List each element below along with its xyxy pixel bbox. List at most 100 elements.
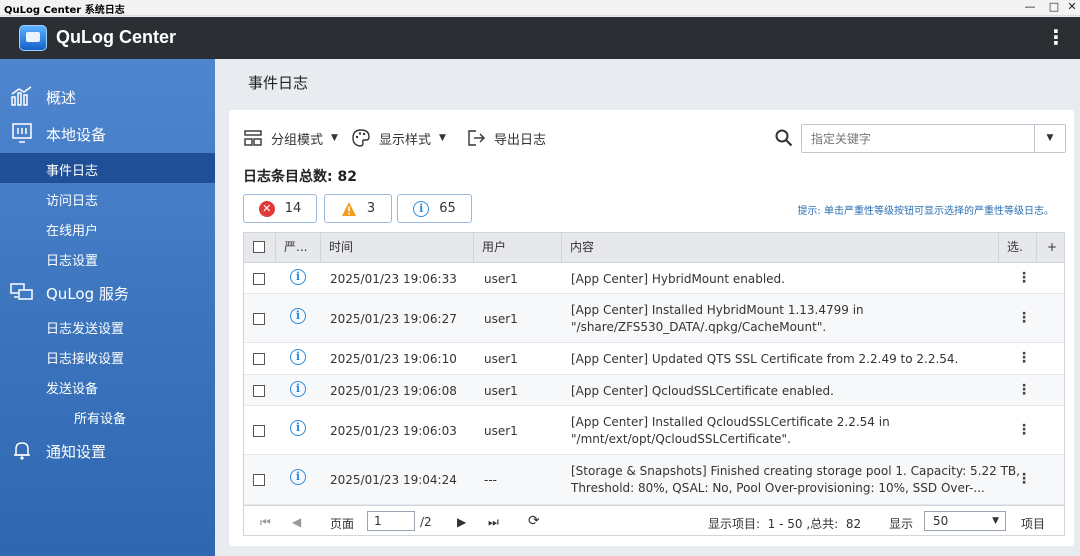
sidebar-item-send-devices[interactable]: 发送设备 [0, 371, 215, 401]
row-time: 2025/01/23 19:06:03 [330, 424, 457, 438]
row-menu-icon[interactable]: ⋮ [1017, 270, 1031, 286]
row-time: 2025/01/23 19:06:10 [330, 352, 457, 366]
refresh-icon[interactable]: ⟳ [528, 513, 540, 529]
export-log-label: 导出日志 [494, 132, 547, 148]
row-time: 2025/01/23 19:06:27 [330, 312, 457, 326]
row-user: user1 [484, 312, 518, 326]
sidebar-item-event-log[interactable]: 事件日志 [0, 153, 215, 183]
table-row[interactable]: i 2025/01/23 19:06:08 user1 [App Center]… [244, 375, 1064, 406]
row-menu-icon[interactable]: ⋮ [1017, 310, 1031, 326]
table-row[interactable]: i 2025/01/23 19:06:33 user1 [App Center]… [244, 263, 1064, 294]
last-page-icon[interactable]: ⏭ [488, 515, 499, 530]
row-user: user1 [484, 272, 518, 286]
export-log-button[interactable]: 导出日志 [466, 128, 546, 148]
app-name: QuLog Center [56, 27, 176, 47]
sidebar-item-notification-settings[interactable]: 通知设置 [0, 436, 215, 466]
row-user: user1 [484, 424, 518, 438]
header-content[interactable]: 内容 [562, 233, 999, 262]
search-dropdown-icon[interactable]: ▼ [1034, 125, 1065, 152]
row-user: user1 [484, 384, 518, 398]
table-row[interactable]: i 2025/01/23 19:06:27 user1 [App Center]… [244, 294, 1064, 343]
row-content-line1: [App Center] Installed HybridMount 1.13.… [571, 303, 864, 317]
caret-down-icon: ▼ [331, 133, 338, 143]
sidebar-item-qulog-service[interactable]: QuLog 服务 [0, 278, 215, 308]
severity-info-count: 65 [439, 201, 456, 216]
info-icon: i [290, 308, 306, 324]
header-options[interactable]: 选. [999, 233, 1037, 262]
sidebar-label-qulog-service: QuLog 服务 [46, 285, 129, 303]
first-page-icon[interactable]: ⏮ [260, 515, 271, 530]
header-user[interactable]: 用户 [474, 233, 562, 262]
row-menu-icon[interactable]: ⋮ [1017, 471, 1031, 487]
more-menu-icon[interactable]: ⋮ [1046, 27, 1066, 47]
sidebar-item-log-settings[interactable]: 日志设置 [0, 243, 215, 273]
app-header: QuLog Center ⋮ [0, 17, 1080, 59]
row-checkbox[interactable] [253, 273, 265, 285]
device-icon [12, 123, 32, 143]
sidebar-item-access-log[interactable]: 访问日志 [0, 183, 215, 213]
table-row[interactable]: i 2025/01/23 19:06:03 user1 [App Center]… [244, 406, 1064, 455]
caret-down-icon: ▼ [992, 516, 999, 526]
next-page-icon[interactable]: ▶ [457, 515, 466, 529]
table-header: 严... 时间 用户 内容 选. + [244, 233, 1064, 263]
sidebar-item-all-devices[interactable]: 所有设备 [0, 401, 215, 431]
add-column-button[interactable]: + [1037, 233, 1064, 262]
sidebar-item-log-receive-settings[interactable]: 日志接收设置 [0, 341, 215, 371]
maximize-icon[interactable]: □ [1046, 0, 1062, 14]
sidebar-label-overview: 概述 [46, 89, 77, 107]
severity-warning-button[interactable]: 3 [324, 194, 392, 223]
sidebar-item-log-send-settings[interactable]: 日志发送设置 [0, 311, 215, 341]
info-icon: i [290, 469, 306, 485]
row-content-line2: Threshold: 80%, QSAL: No, Pool Over-prov… [571, 481, 985, 495]
row-content: [App Center] HybridMount enabled. [571, 272, 785, 286]
log-total-count: 日志条目总数: 82 [243, 169, 357, 185]
header-select-all [244, 233, 276, 262]
row-content: [App Center] Updated QTS SSL Certificate… [571, 352, 959, 366]
row-menu-icon[interactable]: ⋮ [1017, 422, 1031, 438]
keyword-search-input[interactable] [802, 125, 1034, 152]
severity-warning-count: 3 [366, 201, 376, 216]
table-row[interactable]: i 2025/01/23 19:06:10 user1 [App Center]… [244, 343, 1064, 375]
severity-error-button[interactable]: ✕ 14 [243, 194, 317, 223]
items-label: 项目 [1021, 517, 1046, 531]
sidebar-item-overview[interactable]: 概述 [0, 82, 215, 112]
group-mode-button[interactable]: 分组模式 ▼ [243, 128, 338, 148]
severity-info-button[interactable]: i 65 [397, 194, 472, 223]
sidebar-label-log-send-settings: 日志发送设置 [46, 322, 125, 337]
row-content-line1: [App Center] Installed QcloudSSLCertific… [571, 415, 890, 429]
select-all-checkbox[interactable] [253, 241, 265, 253]
bell-icon [14, 442, 30, 460]
keyword-search-box: ▼ [801, 124, 1066, 153]
row-menu-icon[interactable]: ⋮ [1017, 350, 1031, 366]
main-panel: 分组模式 ▼ 显示样式 ▼ 导出日志 ▼ 日志条目总数: 82 ✕ 14 [229, 110, 1074, 546]
row-checkbox[interactable] [253, 474, 265, 486]
row-menu-icon[interactable]: ⋮ [1017, 382, 1031, 398]
page-label: 页面 [330, 517, 355, 531]
sidebar-item-online-users[interactable]: 在线用户 [0, 213, 215, 243]
minimize-icon[interactable]: — [1022, 0, 1038, 14]
prev-page-icon[interactable]: ◀ [292, 515, 301, 529]
header-time[interactable]: 时间 [321, 233, 474, 262]
row-user: user1 [484, 352, 518, 366]
caret-down-icon: ▼ [439, 133, 446, 143]
close-icon[interactable]: ✕ [1064, 0, 1080, 14]
sidebar-item-local-device[interactable]: 本地设备 [0, 119, 215, 149]
search-icon[interactable] [774, 128, 794, 148]
table-row[interactable]: i 2025/01/23 19:04:24 --- [Storage & Sna… [244, 455, 1064, 505]
header-severity[interactable]: 严... [276, 233, 321, 262]
display-style-button[interactable]: 显示样式 ▼ [351, 128, 446, 148]
row-time: 2025/01/23 19:06:08 [330, 384, 457, 398]
info-icon: i [290, 420, 306, 436]
row-checkbox[interactable] [253, 353, 265, 365]
row-checkbox[interactable] [253, 425, 265, 437]
row-time: 2025/01/23 19:06:33 [330, 272, 457, 286]
chart-icon [11, 86, 32, 106]
app-logo-icon [19, 25, 47, 51]
row-checkbox[interactable] [253, 313, 265, 325]
page-number-input[interactable]: 1 [367, 511, 415, 531]
severity-error-count: 14 [284, 201, 302, 216]
per-page-select[interactable]: 50 ▼ [924, 511, 1006, 531]
row-content-line2: "/mnt/ext/opt/QcloudSSLCertificate". [571, 432, 791, 446]
row-checkbox[interactable] [253, 385, 265, 397]
sidebar-label-send-devices: 发送设备 [46, 382, 99, 397]
